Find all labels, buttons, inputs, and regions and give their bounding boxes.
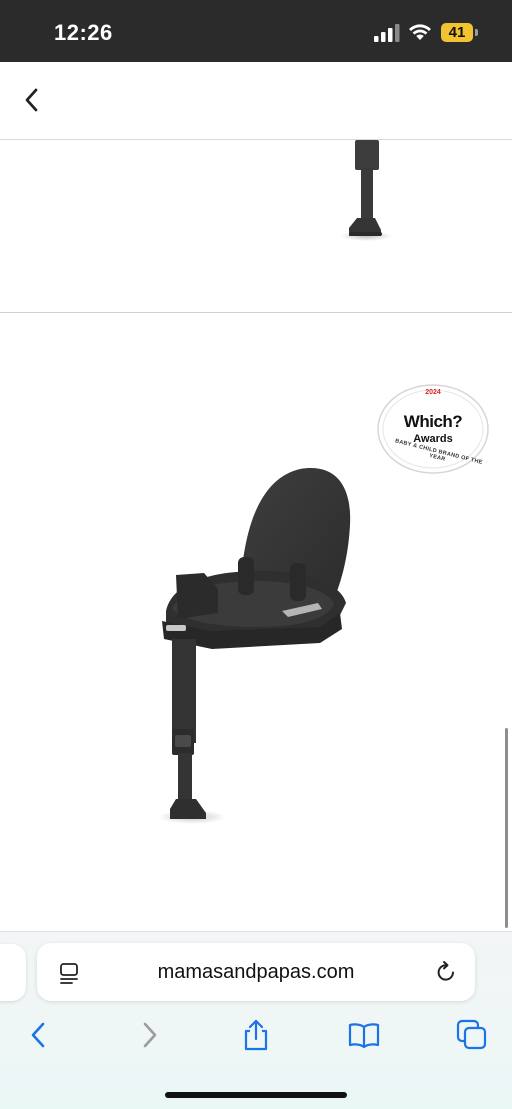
which-awards-badge: 2024 Which? Awards BABY & CHILD BRAND OF… bbox=[376, 383, 490, 475]
share-icon[interactable] bbox=[239, 1018, 273, 1052]
home-indicator bbox=[165, 1092, 347, 1098]
signal-icon bbox=[374, 24, 400, 42]
battery-level: 41 bbox=[448, 24, 466, 41]
reload-icon[interactable] bbox=[434, 960, 458, 984]
chevron-right-icon[interactable] bbox=[132, 1018, 166, 1052]
battery-icon: 41 bbox=[441, 23, 473, 42]
status-bar: 12:26 41 bbox=[0, 0, 512, 62]
previous-tab-preview[interactable] bbox=[0, 944, 26, 1001]
wifi-icon bbox=[409, 24, 431, 40]
scrollbar[interactable] bbox=[505, 728, 508, 928]
chevron-left-icon[interactable] bbox=[20, 86, 44, 114]
status-time: 12:26 bbox=[54, 20, 113, 45]
tabs-icon[interactable] bbox=[455, 1018, 489, 1052]
address-bar[interactable]: mamasandpapas.com bbox=[37, 943, 475, 1001]
product-image-1[interactable] bbox=[0, 140, 512, 313]
nav-bar bbox=[0, 62, 512, 140]
url-text: mamasandpapas.com bbox=[157, 961, 355, 983]
product-leg-image bbox=[340, 140, 392, 241]
battery-nub bbox=[475, 29, 478, 36]
badge-year: 2024 bbox=[425, 389, 441, 396]
chevron-left-icon[interactable] bbox=[22, 1018, 56, 1052]
book-icon[interactable] bbox=[347, 1018, 381, 1052]
badge-title: Which? bbox=[403, 412, 463, 431]
